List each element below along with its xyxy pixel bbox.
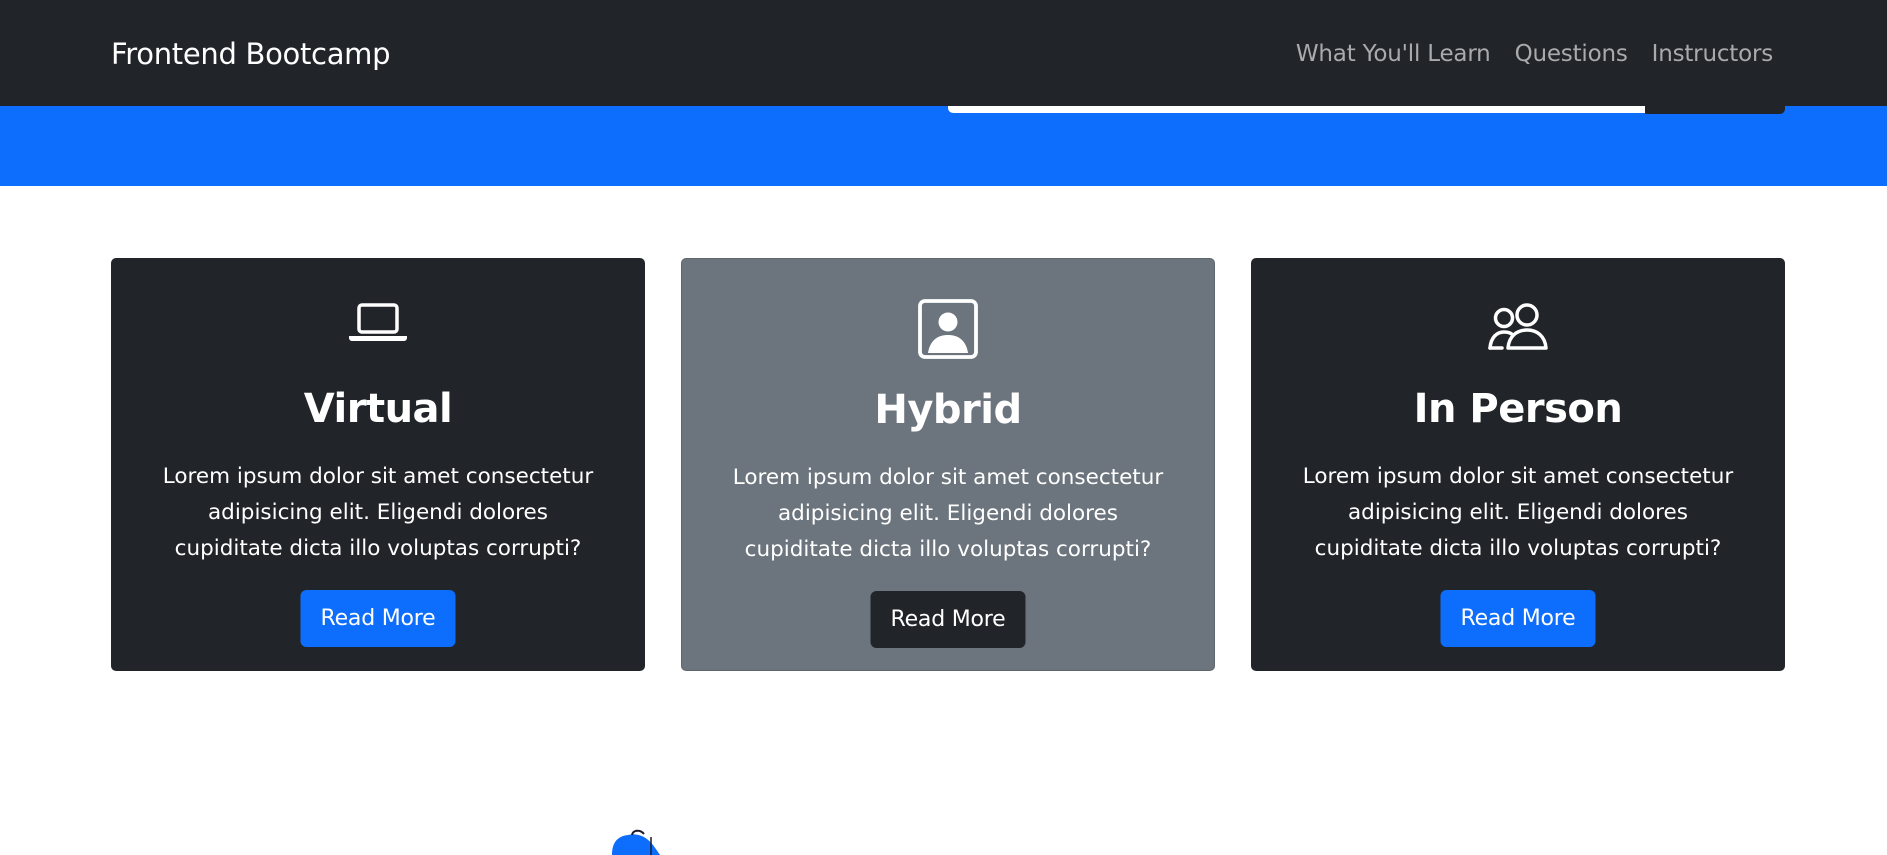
read-more-button[interactable]: Read More [300, 590, 456, 647]
card-hybrid: Hybrid Lorem ipsum dolor sit amet consec… [681, 258, 1215, 671]
brand-link[interactable]: Frontend Bootcamp [111, 34, 391, 74]
laptop-icon [349, 303, 407, 341]
card-text: Lorem ipsum dolor sit amet consectetur a… [1302, 464, 1734, 561]
person-square-icon [918, 299, 978, 359]
newsletter-section [0, 106, 1887, 186]
navbar: Frontend Bootcamp What You'll Learn Ques… [0, 0, 1887, 106]
nav-link-instructors[interactable]: Instructors [1652, 38, 1774, 70]
illustration-image [612, 829, 660, 855]
people-icon [1488, 303, 1548, 350]
card-title: Virtual [303, 386, 453, 432]
card-virtual: Virtual Lorem ipsum dolor sit amet conse… [111, 258, 645, 671]
card-title: In Person [1413, 386, 1623, 432]
read-more-button[interactable]: Read More [1440, 590, 1596, 647]
card-in-person: In Person Lorem ipsum dolor sit amet con… [1251, 258, 1785, 671]
card-text: Lorem ipsum dolor sit amet consectetur a… [162, 464, 594, 561]
card-title: Hybrid [874, 387, 1022, 433]
read-more-button[interactable]: Read More [870, 591, 1026, 648]
nav-links: What You'll Learn Questions Instructors [1296, 38, 1773, 70]
nav-link-what-youll-learn[interactable]: What You'll Learn [1296, 38, 1491, 70]
card-text: Lorem ipsum dolor sit amet consectetur a… [732, 465, 1164, 562]
nav-link-questions[interactable]: Questions [1515, 38, 1628, 70]
